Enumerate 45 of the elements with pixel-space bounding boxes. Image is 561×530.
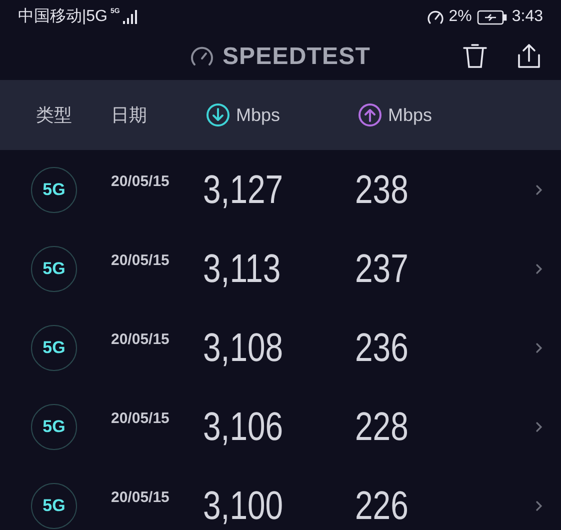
download-speed: 3,127 [203, 166, 284, 214]
network-type-badge: 5G [31, 404, 77, 450]
result-row[interactable]: 5G 20/05/15 3,100 226 [0, 466, 561, 530]
signal-icon [122, 10, 139, 24]
date-label: 20/05/15 [111, 252, 170, 269]
upload-speed: 236 [355, 324, 408, 372]
result-row[interactable]: 5G 20/05/15 3,127 238 [0, 150, 561, 229]
column-header: Mbps [388, 104, 432, 127]
chevron-right-icon [535, 262, 543, 274]
delete-button[interactable] [461, 42, 489, 70]
chevron-right-icon [535, 420, 543, 432]
date-label: 20/05/15 [111, 173, 170, 190]
app-title: SPEEDTEST [222, 42, 371, 72]
upload-speed: 238 [355, 166, 408, 214]
data-usage-label: 2% [448, 7, 472, 27]
upload-speed: 228 [355, 404, 408, 450]
carrier-label: 中国移动|5G [18, 6, 108, 27]
download-speed: 3,100 [203, 482, 284, 530]
chevron-right-icon [535, 184, 543, 196]
upload-speed: 237 [355, 246, 408, 292]
result-row[interactable]: 5G 20/05/15 3,108 236 [0, 308, 561, 387]
clock-label: 3:43 [512, 7, 543, 27]
result-row[interactable]: 5G 20/05/15 3,106 228 [0, 387, 561, 466]
upload-icon [358, 103, 382, 127]
network-type-badge: 5G [31, 324, 77, 370]
download-icon [206, 103, 230, 127]
network-type-badge: 5G [31, 166, 77, 212]
date-label: 20/05/15 [111, 489, 170, 506]
share-button[interactable] [515, 42, 543, 70]
speedometer-icon [426, 10, 444, 24]
result-row[interactable]: 5G 20/05/15 3,113 237 [0, 229, 561, 308]
chevron-right-icon [535, 342, 543, 354]
download-speed: 3,108 [203, 324, 284, 372]
download-speed: 3,106 [203, 404, 284, 450]
network-type-badge: 5G [31, 246, 77, 292]
upload-speed: 226 [355, 482, 408, 530]
chevron-right-icon [535, 500, 543, 512]
date-label: 20/05/15 [111, 410, 170, 427]
battery-icon [476, 10, 507, 24]
download-speed: 3,113 [203, 246, 281, 292]
column-header: 日期 [111, 104, 147, 126]
column-header: Mbps [236, 104, 280, 127]
column-header: 类型 [36, 104, 72, 126]
network-type-badge: 5G [31, 482, 77, 528]
date-label: 20/05/15 [111, 331, 170, 348]
